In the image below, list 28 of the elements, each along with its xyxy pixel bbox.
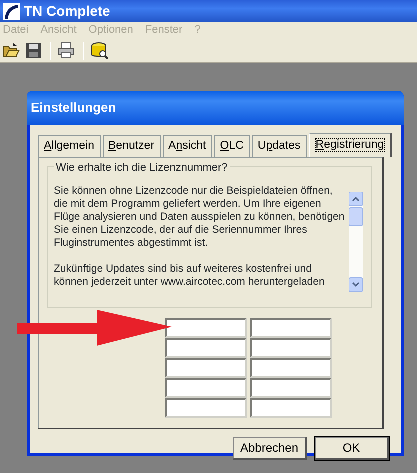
dialog-button[interactable]: OK <box>315 437 389 460</box>
app-logo-icon <box>3 2 20 20</box>
tab[interactable]: OLC <box>214 135 250 158</box>
code-field[interactable] <box>250 398 332 418</box>
code-field[interactable] <box>165 318 247 338</box>
dialog-button[interactable]: Abbrechen <box>233 437 307 460</box>
tab[interactable]: Allgemein <box>38 135 100 158</box>
printer-icon[interactable] <box>58 42 76 60</box>
tab[interactable]: Ansicht <box>162 135 212 158</box>
code-field[interactable] <box>165 358 247 378</box>
arrow-icon <box>17 310 172 346</box>
tab[interactable]: Registrierung <box>308 133 392 158</box>
code-field[interactable] <box>165 338 247 358</box>
dialog-title: Einstellungen <box>31 99 116 118</box>
code-field[interactable] <box>165 398 247 418</box>
tab[interactable]: Updates <box>252 135 307 158</box>
tab[interactable]: Benutzer <box>102 135 161 158</box>
window-title: TN Complete <box>24 2 110 21</box>
code-field[interactable] <box>165 378 247 398</box>
info-text: Sie können ohne Lizenzcode nur die Beispieldateien öffnen, die mit dem Programm geliefert werden. Um Ihre eigenen Flüge analysieren und Daten ausspielen zu können, benötigen Sie einen Lizenzcode, der auf die Seriennummer Ihres Fluginstrumentes abgestimmt ist. Zukünftige Updates sind bis auf weiteres kostenfrei und können jederzeit unter www.aircotec.com heruntergeladen <box>54 185 346 290</box>
code-field[interactable] <box>250 358 332 378</box>
open-folder-icon[interactable] <box>3 42 21 60</box>
scrollbar[interactable] <box>349 192 363 292</box>
database-icon[interactable] <box>91 42 109 60</box>
code-field[interactable] <box>250 338 332 358</box>
code-field[interactable] <box>250 378 332 398</box>
code-field[interactable] <box>250 318 332 338</box>
save-icon[interactable] <box>25 42 43 60</box>
